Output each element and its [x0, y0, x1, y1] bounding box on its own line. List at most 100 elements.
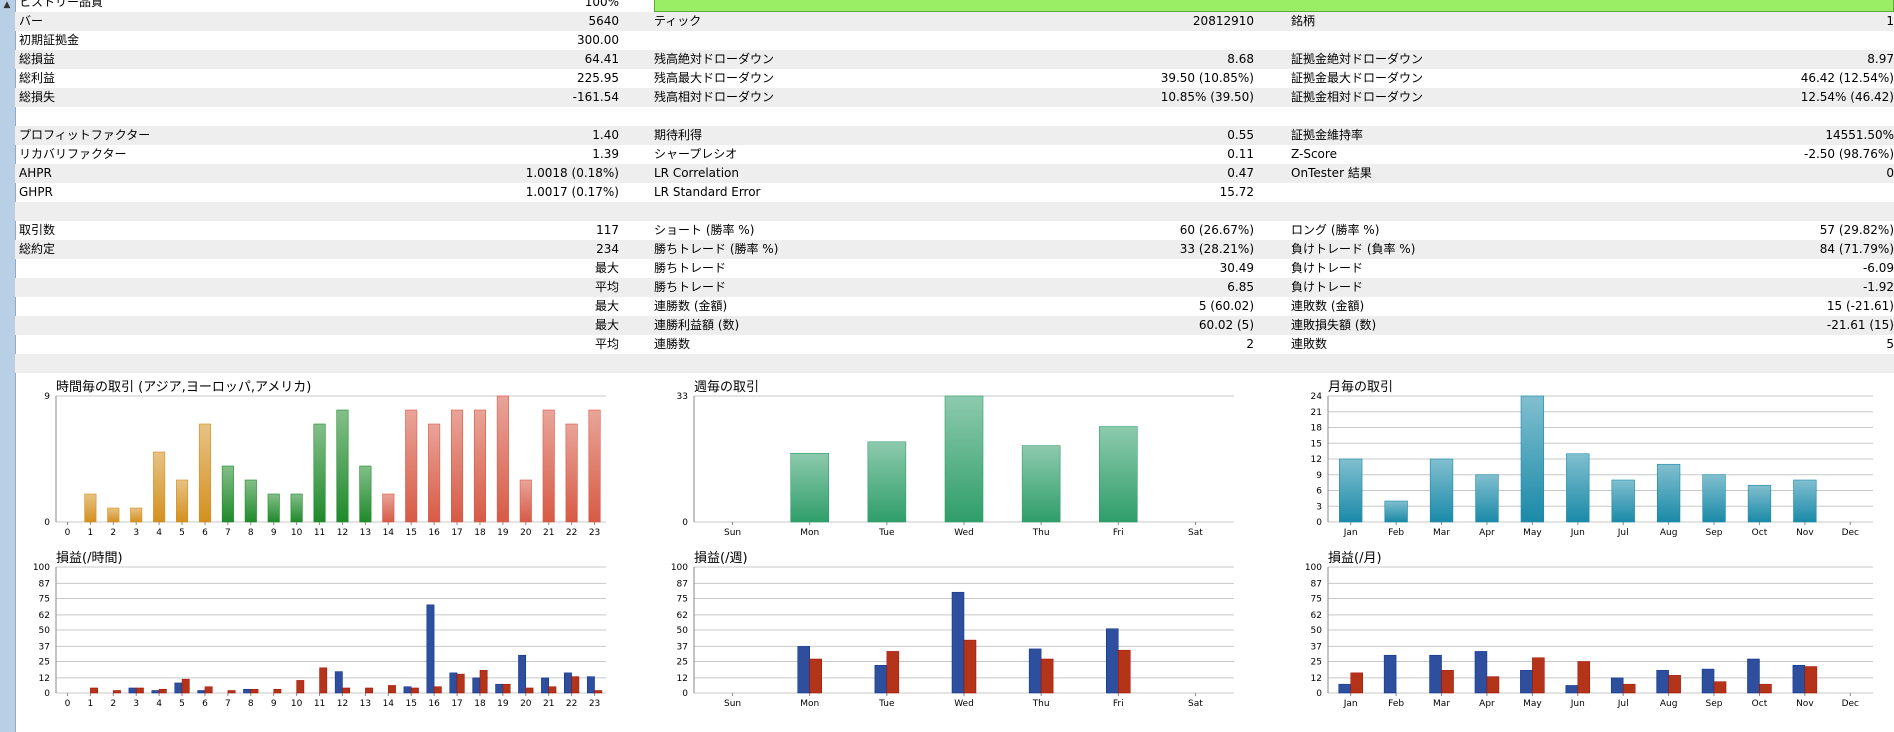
profit-bar: [1656, 670, 1669, 694]
monthly-pnl-chart: 損益(/月) 0 12 25 37 50 62 75 87 100 Jan Feb Mar Apr May…: [1305, 547, 1888, 709]
bar: [790, 452, 830, 523]
x-tick-label: Wed: [954, 699, 974, 709]
x-tick-label: 1: [88, 528, 94, 538]
x-tick-label: 15: [405, 528, 416, 538]
y-tick-label: 62: [39, 611, 50, 621]
stats-value-3: [15, 354, 1894, 373]
profit-bar: [541, 677, 549, 694]
x-tick-label: 12: [337, 528, 348, 538]
bar: [290, 493, 303, 523]
bar: [1475, 474, 1499, 523]
bar: [1793, 479, 1817, 523]
y-tick-label: 75: [677, 595, 688, 605]
loss-bar: [227, 690, 236, 694]
loss-bar: [809, 658, 822, 694]
bar: [1098, 426, 1138, 523]
bar: [130, 507, 143, 523]
history-quality-value: 100%: [584, 0, 619, 9]
bar: [176, 479, 189, 523]
loss-bar: [1804, 666, 1818, 694]
y-tick-label: 100: [33, 563, 50, 573]
y-tick-label: 0: [44, 518, 50, 528]
x-tick-label: 22: [566, 699, 577, 709]
chart-svg: 0 3 6 9 12 15 18 21 24 Jan Feb Mar Apr May Jun Jul Aug Se…: [1311, 392, 1873, 538]
loss-bar: [135, 687, 144, 694]
profit-bar: [1429, 654, 1442, 694]
loss-bar: [1118, 649, 1131, 694]
profit-bar: [1520, 670, 1533, 694]
bar: [1520, 395, 1545, 523]
stats-row: 平均 勝ちトレード 6.85 負けトレード -1.92: [15, 278, 1894, 297]
x-tick-label: Apr: [1479, 528, 1495, 538]
x-tick-label: 12: [337, 699, 348, 709]
profit-bar: [174, 682, 183, 694]
x-tick-label: 10: [291, 699, 303, 709]
chart-svg: 0 12 25 37 50 62 75 87 100 Jan Feb Mar Apr May Jun Jul A…: [1305, 563, 1873, 709]
x-tick-label: Oct: [1752, 528, 1768, 538]
x-tick-label: Sat: [1188, 528, 1203, 538]
stats-value-3: -6.09: [1862, 261, 1894, 275]
y-tick-label: 37: [1311, 642, 1322, 652]
x-tick-label: 7: [225, 528, 231, 538]
profit-bar: [1610, 677, 1624, 694]
stats-row: バー 5640 ティック 20812910 銘柄 1: [15, 12, 1894, 31]
stats-row: 取引数 117 ショート (勝率 %) 60 (26.67%) ロング (勝率 %) 57…: [15, 221, 1894, 240]
profit-bar: [128, 687, 137, 694]
x-tick-label: Sun: [724, 699, 741, 709]
x-tick-label: Jan: [1343, 699, 1358, 709]
bar: [84, 493, 97, 523]
stats-row: プロフィットファクター 1.40 期待利得 0.55 証拠金維持率 14551.50%: [15, 126, 1894, 145]
x-tick-label: 14: [383, 699, 395, 709]
x-tick-label: Jul: [1617, 528, 1629, 538]
x-tick-label: Jul: [1617, 699, 1629, 709]
y-tick-label: 0: [682, 518, 688, 528]
loss-bar: [1622, 683, 1636, 694]
y-tick-label: 9: [44, 392, 50, 402]
stats-row: 総利益 225.95 残高最大ドローダウン 39.50 (10.85%) 証拠金最大ドロ…: [15, 69, 1894, 88]
y-tick-label: 100: [1305, 563, 1322, 573]
x-tick-label: 4: [156, 699, 162, 709]
bar: [1384, 500, 1408, 523]
profit-bar: [1106, 628, 1119, 694]
left-panel-scrollbar[interactable]: ▲: [0, 0, 16, 732]
bar: [519, 479, 532, 523]
profit-bar: [334, 671, 343, 694]
bar: [244, 479, 257, 523]
x-tick-label: Mon: [800, 528, 819, 538]
profit-bar: [1747, 658, 1760, 694]
y-tick-label: 50: [39, 626, 51, 636]
x-tick-label: 19: [497, 699, 509, 709]
x-tick-label: Thu: [1032, 528, 1050, 538]
x-tick-label: 23: [589, 528, 600, 538]
bar: [1566, 453, 1590, 523]
x-tick-label: Nov: [1796, 528, 1814, 538]
stats-value-3: -1.92: [1862, 280, 1894, 294]
stats-value-3: [15, 31, 1894, 50]
loss-bar: [548, 686, 557, 694]
profit-bar: [403, 686, 412, 694]
profit-bar: [1028, 648, 1042, 694]
scroll-up-icon[interactable]: ▲: [2, 0, 12, 10]
x-tick-label: 20: [520, 699, 532, 709]
history-quality-bar: [654, 0, 1894, 12]
stats-row: AHPR 1.0018 (0.18%) LR Correlation 0.47 OnTe…: [15, 164, 1894, 183]
loss-bar: [594, 690, 603, 694]
loss-bar: [296, 680, 305, 694]
stats-row: 最大 連勝数 (金額) 5 (60.02) 連敗数 (金額) 15 (-21.61): [15, 297, 1894, 316]
y-tick-label: 25: [677, 658, 688, 668]
x-tick-label: 6: [202, 699, 208, 709]
profit-bar: [518, 654, 527, 694]
x-tick-label: 4: [156, 528, 162, 538]
loss-bar: [1713, 681, 1727, 694]
x-tick-label: Jun: [1570, 699, 1585, 709]
loss-bar: [1759, 683, 1772, 694]
stats-row: 最大 連勝利益額 (数) 60.02 (5) 連敗損失額 (数) -21.61 (15): [15, 316, 1894, 335]
bar: [867, 441, 907, 523]
loss-bar: [1577, 661, 1591, 694]
x-tick-label: 13: [360, 528, 371, 538]
y-tick-label: 12: [39, 674, 50, 684]
stats-value-3: -21.61 (15): [1826, 318, 1894, 332]
stats-value-3: 1: [1886, 14, 1894, 28]
y-tick-label: 50: [1311, 626, 1323, 636]
x-tick-label: 3: [133, 528, 139, 538]
